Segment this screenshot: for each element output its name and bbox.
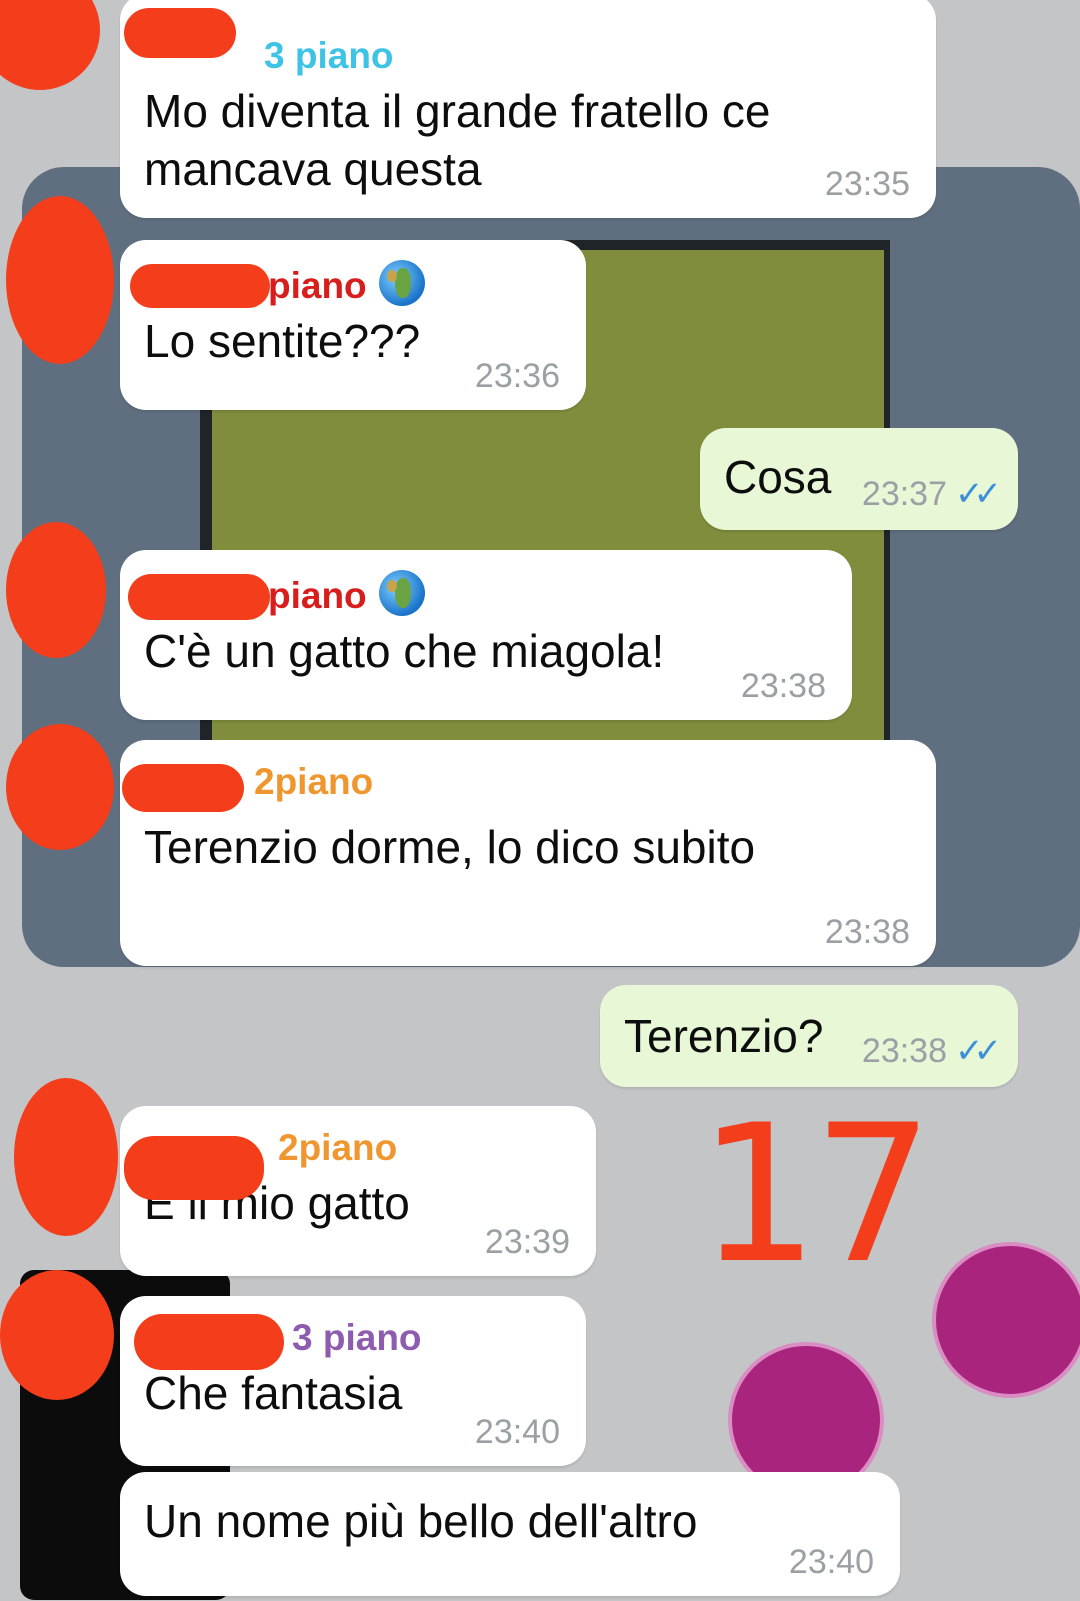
message-time: 23:38 ✓✓ — [861, 1031, 1002, 1071]
incoming-message[interactable]: Un nome più bello dell'altro 23:40 — [120, 1472, 900, 1596]
globe-icon — [378, 570, 425, 616]
message-time: 23:35 — [824, 165, 910, 203]
message-text: C'è un gatto che miagola! — [144, 625, 665, 677]
globe-icon — [378, 260, 425, 306]
double-check-icon: ✓✓ — [955, 1032, 1002, 1070]
redaction-name — [134, 1314, 284, 1370]
redaction-avatar — [0, 0, 100, 90]
message-text: Mo diventa il grande fratello ce mancava… — [144, 85, 771, 195]
handwritten-annotation: 17 — [698, 1084, 934, 1305]
sender-name: 3 piano — [264, 35, 394, 76]
message-time: 23:36 — [474, 357, 560, 395]
sender-name: 2piano — [254, 761, 374, 802]
redaction-name — [128, 574, 270, 620]
message-time: 23:40 — [474, 1413, 560, 1451]
sender-label: piano — [268, 575, 367, 616]
wallpaper-button-a — [932, 1242, 1080, 1398]
redaction-name — [124, 1136, 264, 1200]
message-time: 23:37 ✓✓ — [861, 474, 1002, 514]
redaction-name — [130, 264, 270, 308]
message-time: 23:38 — [824, 913, 910, 951]
message-time: 23:40 — [788, 1543, 874, 1581]
redaction-avatar — [14, 1078, 118, 1236]
sender-label: piano — [268, 265, 367, 306]
incoming-message[interactable]: 2piano Terenzio dorme, lo dico subito 23… — [120, 740, 936, 966]
message-time: 23:38 — [740, 667, 826, 705]
message-time-label: 23:37 — [861, 475, 948, 513]
redaction-avatar — [6, 196, 114, 364]
redaction-avatar — [6, 724, 114, 850]
double-check-icon: ✓✓ — [955, 475, 1002, 513]
outgoing-message[interactable]: Cosa 23:37 ✓✓ — [700, 428, 1018, 530]
redaction-name — [122, 764, 244, 812]
message-text: Terenzio dorme, lo dico subito — [144, 821, 756, 873]
redaction-avatar — [6, 522, 106, 658]
message-time-label: 23:38 — [861, 1032, 948, 1070]
incoming-message[interactable]: 3 piano Mo diventa il grande fratello ce… — [120, 0, 936, 218]
redaction-name — [124, 8, 236, 58]
redaction-avatar — [0, 1270, 114, 1400]
message-time: 23:39 — [484, 1223, 570, 1261]
outgoing-message[interactable]: Terenzio? 23:38 ✓✓ — [600, 985, 1018, 1087]
message-text: Un nome più bello dell'altro — [144, 1495, 698, 1547]
